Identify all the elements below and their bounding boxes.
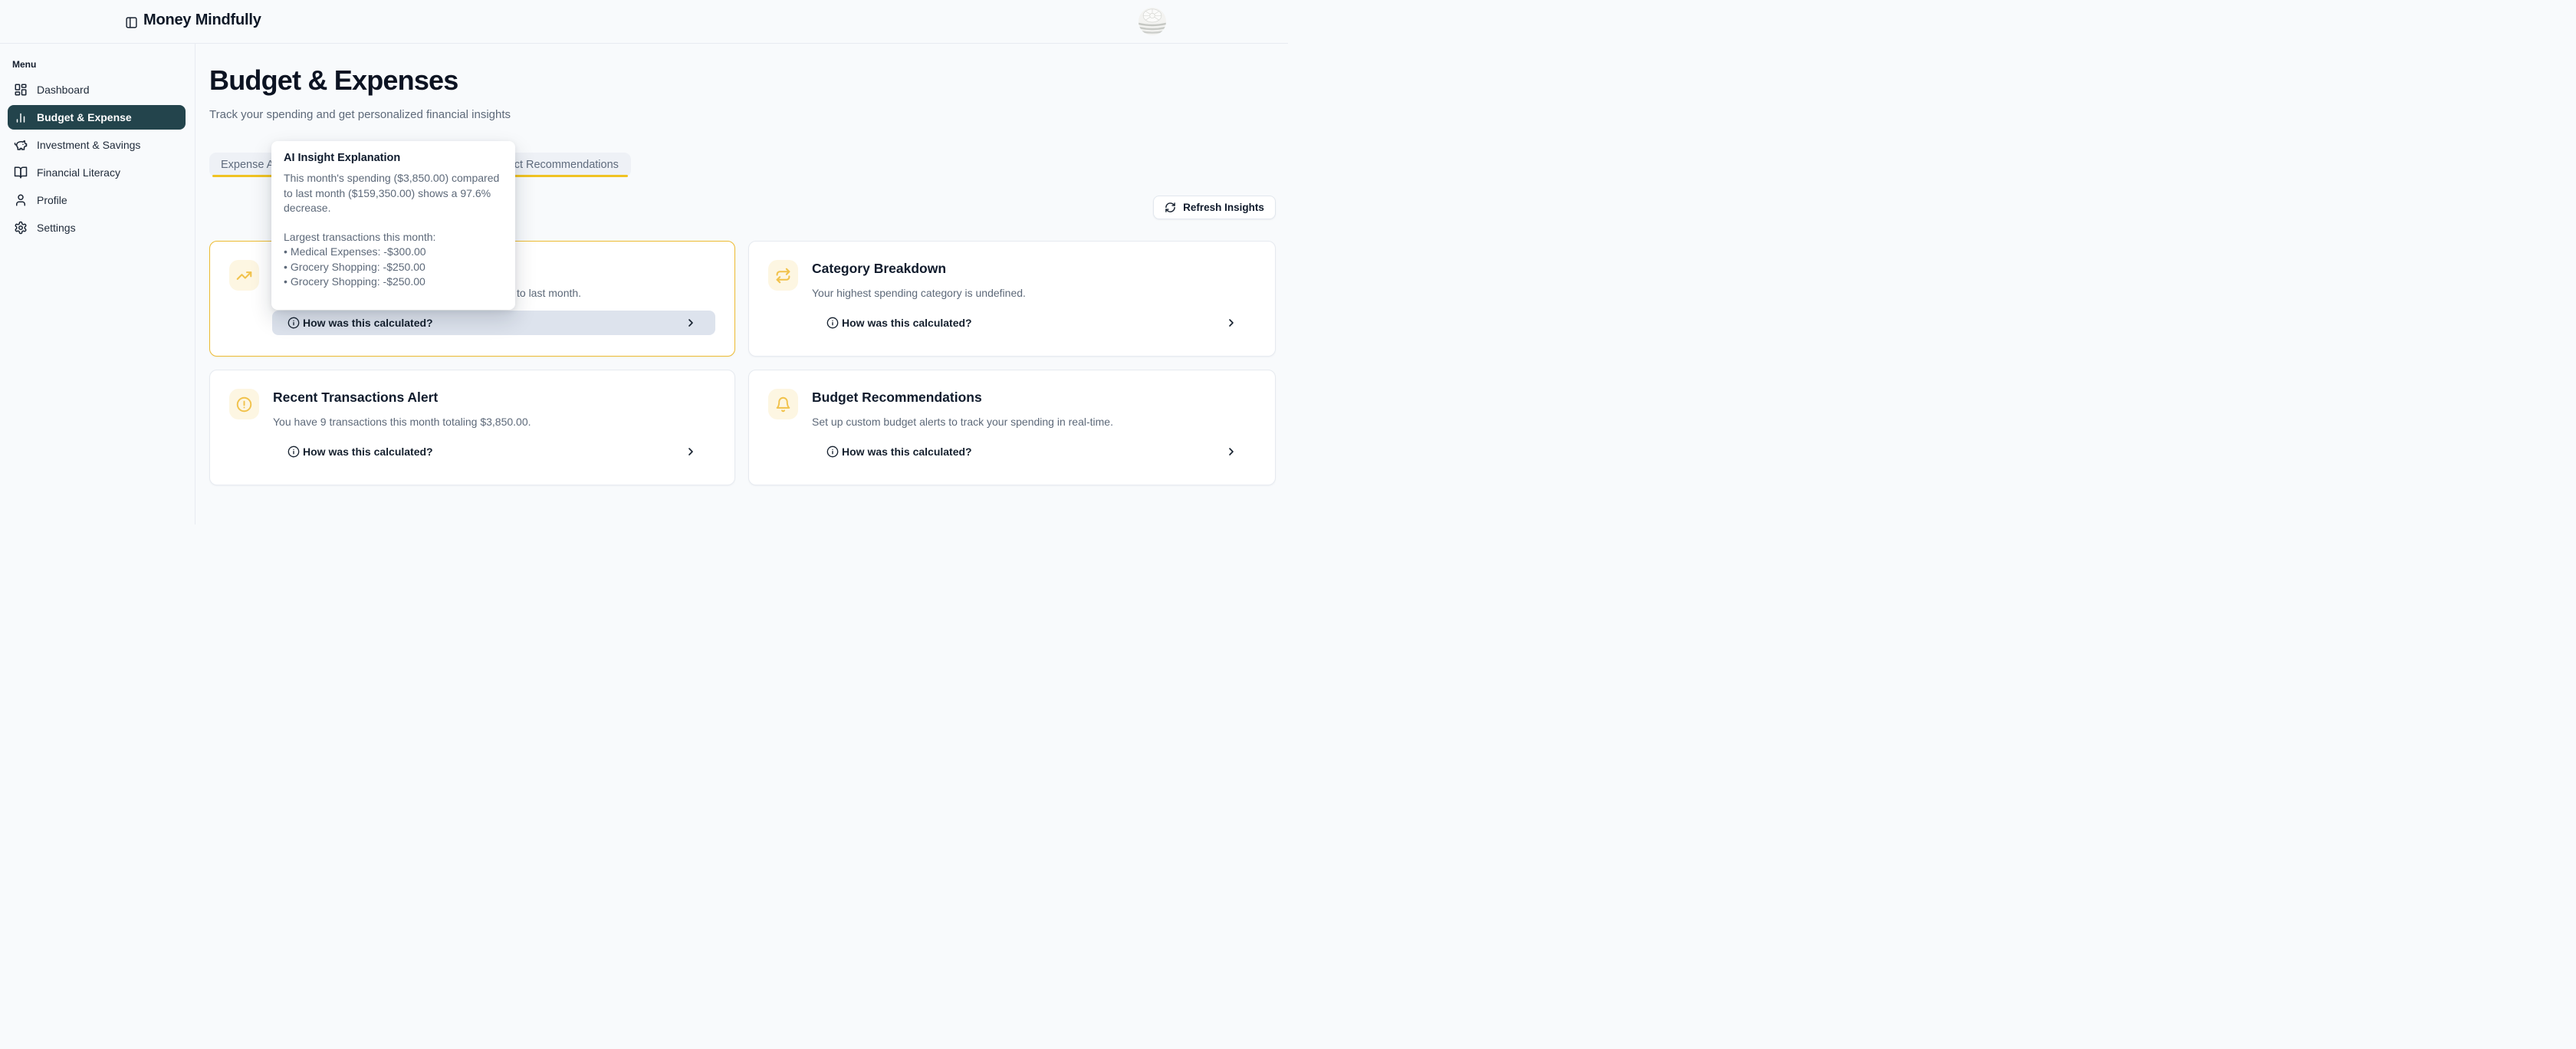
repeat-icon — [768, 260, 798, 291]
info-icon — [288, 446, 300, 458]
card-description: Set up custom budget alerts to track you… — [812, 414, 1113, 429]
trending-up-icon — [229, 260, 259, 291]
info-icon — [826, 317, 839, 329]
user-icon — [14, 193, 28, 207]
card-title: Budget Recommendations — [812, 390, 982, 406]
card-budget-recommendations: Budget Recommendations Set up custom bud… — [748, 370, 1276, 485]
how-calculated-button[interactable]: How was this calculated? — [272, 311, 715, 335]
sidebar-nav: Dashboard Budget & Expense Investment & … — [0, 77, 196, 243]
how-calculated-button[interactable]: How was this calculated? — [811, 311, 1256, 335]
tooltip-paragraph: This month's spending ($3,850.00) compar… — [284, 171, 503, 216]
sidebar-item-investment-savings[interactable]: Investment & Savings — [8, 133, 186, 157]
tooltip-list-item: •Grocery Shopping: -$250.00 — [284, 260, 503, 275]
tooltip-list-heading: Largest transactions this month: — [284, 230, 503, 245]
alert-circle-icon — [229, 389, 259, 419]
card-title: Recent Transactions Alert — [273, 390, 438, 406]
refresh-insights-button[interactable]: Refresh Insights — [1153, 196, 1276, 219]
info-icon — [826, 446, 839, 458]
card-description: Your highest spending category is undefi… — [812, 285, 1026, 301]
how-calculated-button[interactable]: How was this calculated? — [811, 439, 1256, 464]
page-subtitle: Track your spending and get personalized… — [209, 108, 511, 121]
panel-left-icon — [125, 16, 138, 29]
piggy-bank-icon — [14, 138, 28, 152]
app-title: Money Mindfully — [143, 12, 261, 29]
sidebar: Menu Dashboard Budget & Expense Investme… — [0, 44, 196, 524]
ai-insight-tooltip: AI Insight Explanation This month's spen… — [271, 141, 515, 310]
sidebar-section-label: Menu — [12, 59, 36, 70]
avatar-image — [1138, 7, 1167, 36]
sidebar-item-dashboard[interactable]: Dashboard — [8, 77, 186, 102]
tooltip-list-item: •Medical Expenses: -$300.00 — [284, 245, 503, 260]
sidebar-item-budget-expense[interactable]: Budget & Expense — [8, 105, 186, 130]
dashboard-grid-icon — [14, 83, 28, 97]
sidebar-item-financial-literacy[interactable]: Financial Literacy — [8, 160, 186, 185]
app-header: Money Mindfully — [0, 0, 1288, 44]
chevron-right-icon — [685, 446, 697, 458]
page-title: Budget & Expenses — [209, 64, 458, 97]
info-icon — [288, 317, 300, 329]
sidebar-toggle-button[interactable] — [121, 12, 141, 32]
open-book-icon — [14, 166, 28, 179]
bell-icon — [768, 389, 798, 419]
bar-chart-icon — [14, 110, 28, 124]
sidebar-item-profile[interactable]: Profile — [8, 188, 186, 212]
chevron-right-icon — [685, 317, 697, 329]
card-title: Category Breakdown — [812, 261, 946, 277]
card-description: You have 9 transactions this month total… — [273, 414, 531, 429]
avatar[interactable] — [1138, 7, 1167, 36]
card-category-breakdown: Category Breakdown Your highest spending… — [748, 241, 1276, 357]
gear-icon — [14, 221, 28, 235]
how-calculated-button[interactable]: How was this calculated? — [272, 439, 715, 464]
tooltip-list-item: •Grocery Shopping: -$250.00 — [284, 275, 503, 290]
card-description: to last month. — [517, 285, 581, 301]
refresh-icon — [1165, 202, 1176, 213]
chevron-right-icon — [1225, 317, 1237, 329]
chevron-right-icon — [1225, 446, 1237, 458]
tooltip-title: AI Insight Explanation — [284, 152, 503, 164]
sidebar-item-settings[interactable]: Settings — [8, 215, 186, 240]
card-recent-transactions-alert: Recent Transactions Alert You have 9 tra… — [209, 370, 735, 485]
